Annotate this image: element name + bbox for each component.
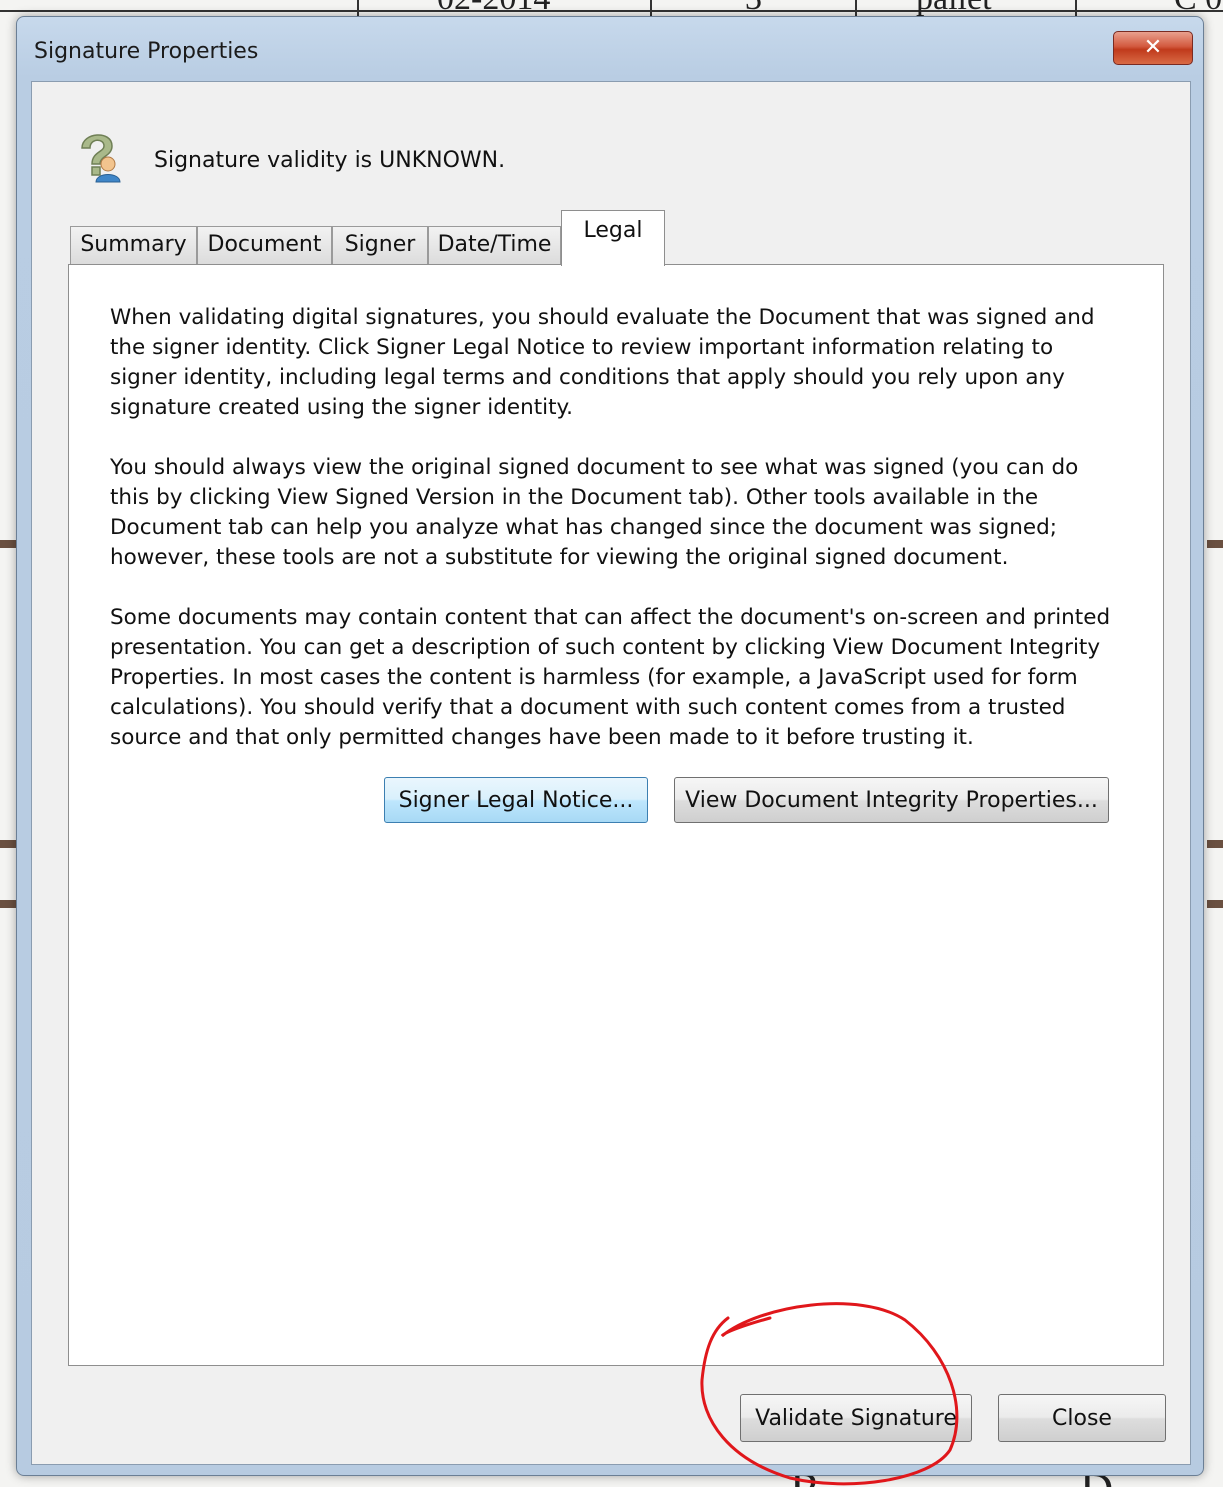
- legal-tab-panel: When validating digital signatures, you …: [68, 264, 1164, 1366]
- bg-rule: [1207, 540, 1223, 548]
- table-rule: [0, 10, 1223, 12]
- question-person-icon: [81, 134, 121, 183]
- tab-legal[interactable]: Legal: [561, 210, 665, 266]
- close-icon: ✕: [1143, 35, 1163, 60]
- tab-date-time[interactable]: Date/Time: [428, 226, 561, 264]
- legal-paragraph-1: When validating digital signatures, you …: [110, 305, 1095, 420]
- tab-signer[interactable]: Signer: [332, 226, 428, 264]
- title-bar[interactable]: Signature Properties ✕: [17, 17, 1203, 83]
- bg-rule: [1207, 840, 1223, 848]
- window-close-button[interactable]: ✕: [1113, 31, 1193, 65]
- bg-cell-date: 02-2014: [437, 0, 550, 16]
- signature-properties-dialog: Signature Properties ✕ Signature validit…: [16, 16, 1204, 1476]
- view-integrity-properties-button[interactable]: View Document Integrity Properties...: [674, 777, 1109, 823]
- table-rule: [1075, 0, 1077, 16]
- bg-cell-extra: C 0: [1174, 0, 1222, 16]
- window-title: Signature Properties: [34, 39, 259, 64]
- validate-signature-button[interactable]: Validate Signature: [740, 1394, 972, 1442]
- table-rule: [855, 0, 857, 16]
- table-rule: [357, 0, 359, 16]
- table-rule: [650, 0, 652, 16]
- bg-rule: [0, 900, 16, 908]
- signer-legal-notice-button[interactable]: Signer Legal Notice...: [384, 777, 648, 823]
- bg-cell-qty: 3: [745, 0, 762, 16]
- dialog-client-area: Signature validity is UNKNOWN. Summary D…: [31, 81, 1191, 1465]
- close-button[interactable]: Close: [998, 1394, 1166, 1442]
- bg-rule: [0, 840, 16, 848]
- legal-paragraph-2: You should always view the original sign…: [110, 455, 1079, 570]
- bg-rule: [0, 540, 16, 548]
- signature-status-text: Signature validity is UNKNOWN.: [154, 148, 506, 173]
- bg-cell-unit: pallet: [916, 0, 992, 16]
- bg-rule: [1207, 900, 1223, 908]
- legal-paragraph-3: Some documents may contain content that …: [110, 605, 1111, 750]
- tab-document[interactable]: Document: [197, 226, 332, 264]
- tab-summary[interactable]: Summary: [70, 226, 197, 264]
